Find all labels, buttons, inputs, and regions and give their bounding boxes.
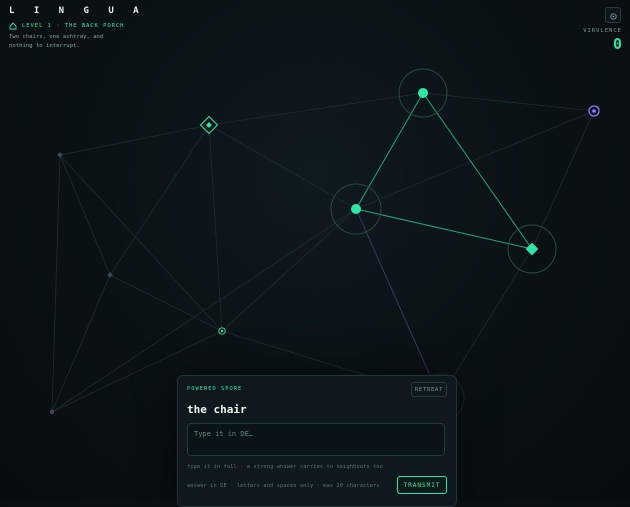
virulence-value: 0 xyxy=(612,35,622,53)
settings-icon xyxy=(609,6,618,25)
transmit-button[interactable]: TRANSMIT xyxy=(397,476,447,494)
answer-input[interactable] xyxy=(187,423,445,456)
settings-button[interactable] xyxy=(605,7,621,23)
answer-rules: answer in DE · letters and spaces only ·… xyxy=(187,483,380,489)
app-title: L I N G U A xyxy=(9,6,146,16)
home-icon[interactable] xyxy=(9,22,17,30)
node-dim-c[interactable] xyxy=(49,409,55,415)
spore-panel: POWERED SPORE RETREAT the chair type it … xyxy=(177,375,457,507)
node-purple[interactable] xyxy=(588,105,600,117)
answer-hint: type it in full · a strong answer carrie… xyxy=(187,464,384,470)
node-center[interactable] xyxy=(351,204,361,214)
level-title: LEVEL 1 · THE BACK PORCH xyxy=(22,23,125,29)
prompt-word: the chair xyxy=(187,403,247,416)
node-dim-b[interactable] xyxy=(107,272,113,278)
panel-label: POWERED SPORE xyxy=(187,386,243,392)
node-right-diamond[interactable] xyxy=(525,242,539,256)
node-upper-left-diamond[interactable] xyxy=(199,115,219,135)
virulence-label: VIRULENCE xyxy=(583,28,622,34)
retreat-button[interactable]: RETREAT xyxy=(411,382,447,397)
level-indicator: LEVEL 1 · THE BACK PORCH xyxy=(9,22,124,30)
node-top[interactable] xyxy=(418,88,428,98)
level-subtitle: Two chairs, one ashtray, and nothing to … xyxy=(9,34,104,49)
node-small-green[interactable] xyxy=(218,327,226,335)
